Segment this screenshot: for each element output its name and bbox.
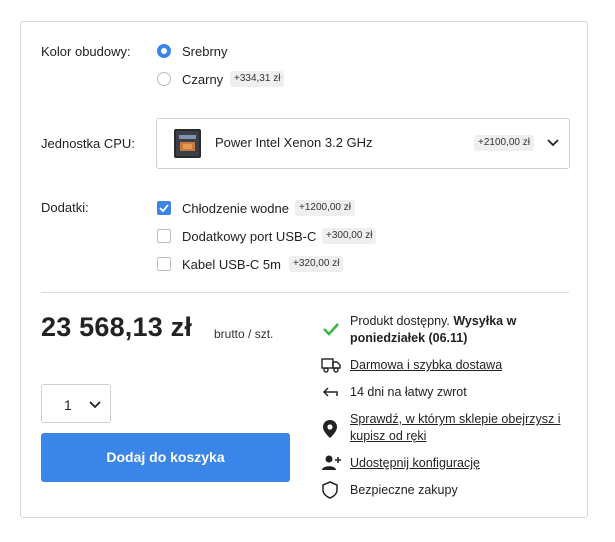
add-user-icon [321,454,341,472]
secure-shopping-info: Bezpieczne zakupy [350,483,458,497]
chevron-down-icon[interactable] [88,398,102,412]
housing-color-label: Kolor obudowy: [41,44,131,59]
cpu-select[interactable]: Power Intel Xenon 3.2 GHz +2100,00 zł [156,118,570,169]
availability-prefix: Produkt dostępny. [350,314,450,328]
share-config-link[interactable]: Udostępnij konfigurację [350,455,480,472]
store-check-line-1: Sprawdź, w którym sklepie obejrzysz i [350,412,561,426]
store-check-line-2: kupisz od ręki [350,429,427,443]
availability-shipping-2: poniedziałek (06.11) [350,331,468,345]
checkbox-usb-port[interactable] [157,229,171,243]
addon-option-water-cooling[interactable]: Chłodzenie wodne +1200,00 zł [157,198,397,218]
return-arrow-icon [321,383,339,401]
map-pin-icon [321,419,339,438]
radio-silver-label: Srebrny [182,44,228,59]
addon-option-usb-port[interactable]: Dodatkowy port USB-C +300,00 zł [157,226,397,246]
cpu-price-badge: +2100,00 zł [474,135,534,151]
price-suffix: brutto / szt. [214,327,274,341]
quantity-value: 1 [64,397,72,413]
addon-usb-cable-price-badge: +320,00 zł [289,256,344,272]
checkmark-icon [322,320,340,338]
radio-silver[interactable] [157,44,171,58]
shield-icon [322,481,340,499]
section-divider [41,292,569,293]
addon-water-cooling-label: Chłodzenie wodne [182,201,289,216]
addons-label: Dodatki: [41,200,89,215]
product-price: 23 568,13 zł [41,312,193,342]
quantity-select[interactable]: 1 [41,384,111,423]
cpu-chip-icon [174,129,201,158]
delivery-link[interactable]: Darmowa i szybka dostawa [350,357,502,374]
returns-info: 14 dni na łatwy zwrot [350,385,467,399]
addon-option-usb-cable[interactable]: Kabel USB-C 5m +320,00 zł [157,254,397,274]
radio-option-black[interactable]: Czarny +334,31 zł [157,70,357,90]
radio-black[interactable] [157,72,171,86]
store-check-link[interactable]: Sprawdź, w którym sklepie obejrzysz i ku… [350,411,580,445]
cpu-selected-value: Power Intel Xenon 3.2 GHz [215,135,373,150]
addon-water-cooling-price-badge: +1200,00 zł [295,200,355,216]
addon-usb-port-label: Dodatkowy port USB-C [182,229,317,244]
availability-shipping-1: Wysyłka w [453,314,517,328]
chevron-down-icon[interactable] [546,136,560,150]
radio-black-label: Czarny [182,72,224,87]
availability-info: Produkt dostępny. Wysyłka w poniedziałek… [350,313,575,347]
checkbox-water-cooling[interactable] [157,201,171,215]
addon-usb-port-price-badge: +300,00 zł [322,228,377,244]
product-config-card: Kolor obudowy: Srebrny Czarny +334,31 zł… [20,21,588,518]
addon-usb-cable-label: Kabel USB-C 5m [182,257,281,272]
add-to-cart-button[interactable]: Dodaj do koszyka [41,433,290,482]
radio-black-price-badge: +334,31 zł [230,71,285,87]
cpu-label: Jednostka CPU: [41,136,135,151]
truck-icon [321,356,341,374]
checkbox-usb-cable[interactable] [157,257,171,271]
radio-option-silver[interactable]: Srebrny [157,42,357,62]
